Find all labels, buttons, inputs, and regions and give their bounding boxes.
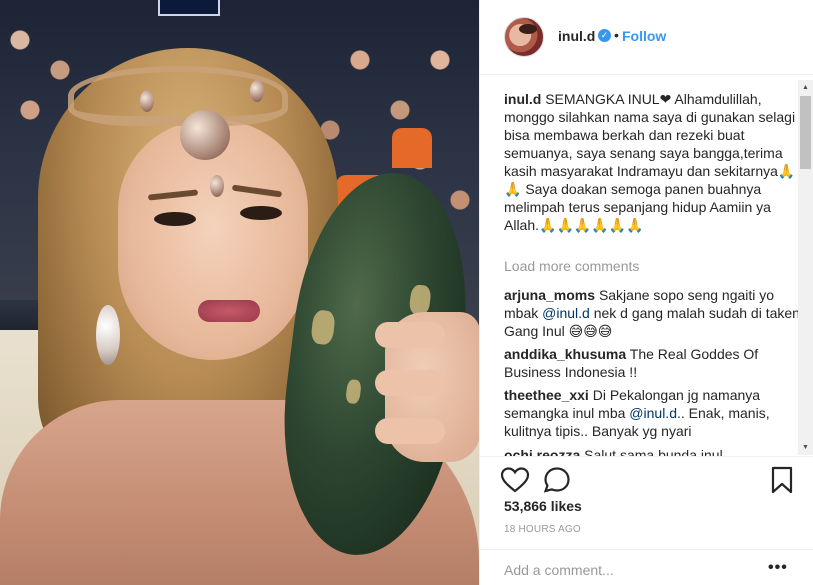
finger (375, 370, 445, 396)
comment-item: anddika_khusuma The Real Goddes Of Busin… (504, 345, 804, 381)
headpiece-jewel (180, 110, 230, 160)
post-header: inul.d ✓ • Follow (480, 0, 813, 75)
avatar[interactable] (504, 17, 544, 57)
comments-scrollbar[interactable]: ▲ ▼ (798, 80, 813, 455)
verified-badge-icon: ✓ (598, 29, 611, 42)
comment-text: Salut sama bunda inul (584, 447, 723, 456)
post-side-panel: inul.d ✓ • Follow inul.d SEMANGKA INUL❤ … (479, 0, 813, 585)
post-photo[interactable] (0, 0, 479, 585)
melon-spot (310, 309, 337, 346)
likes-count[interactable]: 53,866 likes (504, 498, 582, 514)
caption-text: SEMANGKA INUL❤ Alhamdulillah, monggo sil… (504, 91, 796, 233)
scroll-up-arrow-icon[interactable]: ▲ (798, 80, 813, 95)
headpiece-jewel (140, 90, 154, 112)
background-person (392, 128, 432, 168)
caption-username[interactable]: inul.d (504, 91, 541, 107)
caption: inul.d SEMANGKA INUL❤ Alhamdulillah, mon… (504, 90, 804, 234)
add-comment-input[interactable] (504, 562, 754, 578)
comment-username[interactable]: theethee_xxi (504, 387, 589, 403)
eye (240, 206, 282, 220)
post-timestamp[interactable]: 18 HOURS AGO (504, 524, 581, 535)
comment-item: ochi.reozza Salut sama bunda inul (504, 446, 804, 456)
more-options-icon[interactable]: ••• (768, 559, 788, 577)
headpiece-jewel (250, 80, 264, 102)
comment-mention[interactable]: @inul.d (542, 305, 590, 321)
follow-button[interactable]: Follow (622, 28, 666, 44)
comment-bubble-icon[interactable] (542, 465, 572, 495)
heart-icon[interactable] (500, 465, 530, 495)
melon-spot (345, 378, 362, 405)
header-separator: • (614, 27, 619, 43)
comment-mention[interactable]: @inul.d (629, 405, 677, 421)
scrollbar-thumb[interactable] (800, 96, 811, 169)
lips (198, 300, 260, 322)
earring (96, 305, 120, 365)
headpiece-jewel (210, 175, 224, 197)
eye (154, 212, 196, 226)
comments-list[interactable]: inul.d SEMANGKA INUL❤ Alhamdulillah, mon… (480, 76, 813, 456)
scroll-down-arrow-icon[interactable]: ▼ (798, 440, 813, 455)
comment-item: theethee_xxi Di Pekalongan jg namanya se… (504, 386, 804, 440)
comment-username[interactable]: arjuna_moms (504, 287, 595, 303)
add-comment-bar: ••• (480, 549, 813, 585)
finger (375, 322, 445, 348)
finger (375, 418, 445, 444)
comment-item: arjuna_moms Sakjane sopo seng ngaiti yo … (504, 286, 804, 340)
comment-username[interactable]: anddika_khusuma (504, 346, 626, 362)
load-more-comments-button[interactable]: Load more comments (504, 258, 639, 274)
background-screen (158, 0, 220, 16)
bookmark-icon[interactable] (767, 465, 797, 495)
action-bar (480, 456, 813, 501)
header-username[interactable]: inul.d (558, 28, 595, 44)
comment-username[interactable]: ochi.reozza (504, 447, 580, 456)
